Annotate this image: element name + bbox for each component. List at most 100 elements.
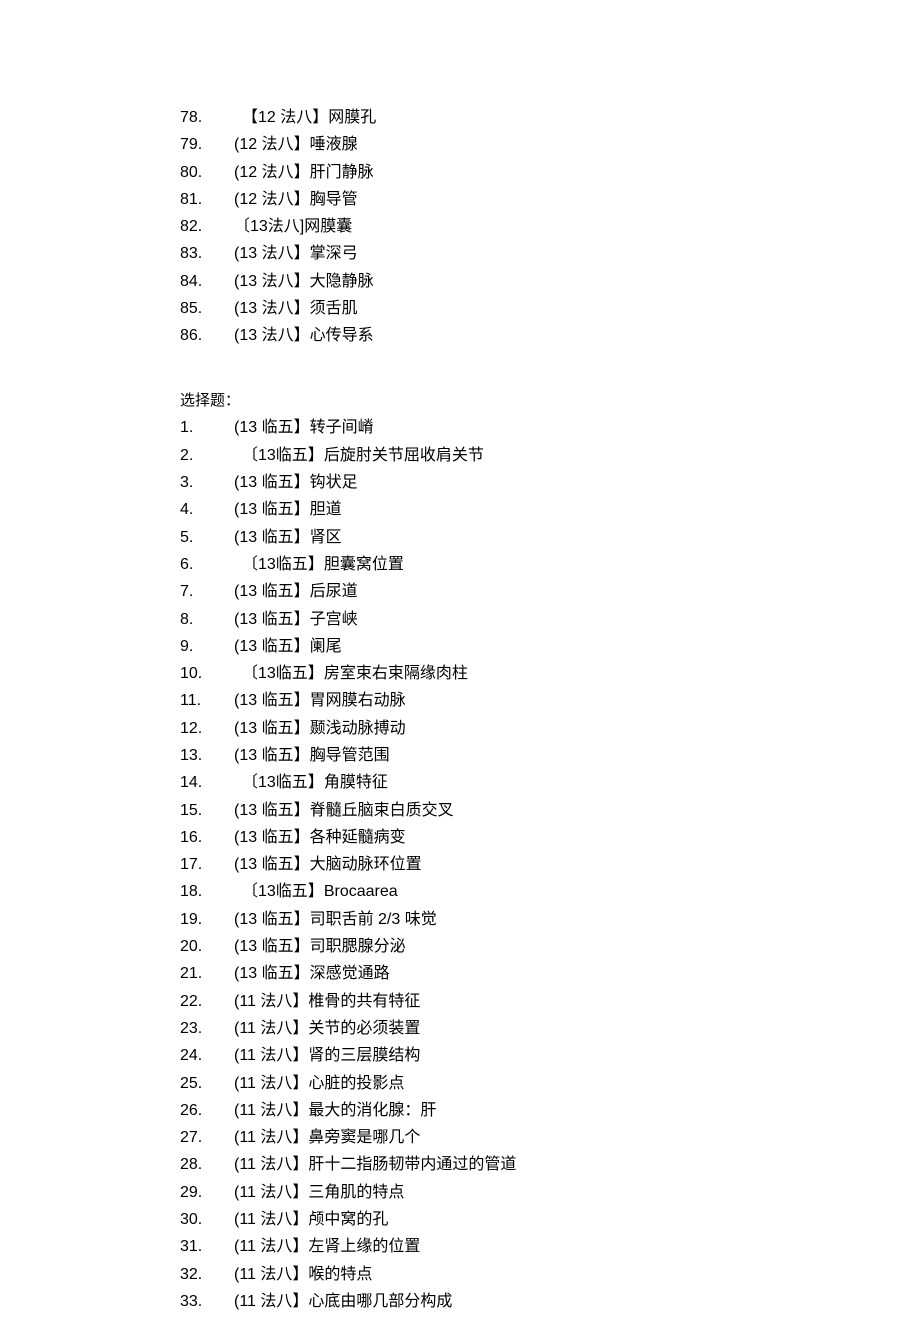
item-tag: (11 法八】 <box>234 1181 308 1206</box>
list-item: 13.(13 临五】胸导管范围 <box>180 744 920 769</box>
item-tag: (11 法八】 <box>234 1208 308 1233</box>
item-tag: (13 临五】 <box>234 608 310 633</box>
section-title: 选择题： <box>180 389 920 412</box>
item-number: 27. <box>180 1126 234 1151</box>
list-item: 3.(13 临五】钩状足 <box>180 471 920 496</box>
item-text: Brocaarea <box>324 880 920 905</box>
item-text: 椎骨的共有特征 <box>308 990 920 1015</box>
item-tag: (13 临五】 <box>234 717 310 742</box>
item-text: 鼻旁窦是哪几个 <box>308 1126 920 1151</box>
item-tag: (11 法八】 <box>234 1017 308 1042</box>
item-text: 关节的必须装置 <box>308 1017 920 1042</box>
list-item: 21.(13 临五】深感觉通路 <box>180 962 920 987</box>
item-text: 大脑动脉环位置 <box>310 853 920 878</box>
item-text: 阑尾 <box>310 635 920 660</box>
item-number: 15. <box>180 799 234 824</box>
list-item: 32.(11 法八】喉的特点 <box>180 1263 920 1288</box>
item-text: 子宫峡 <box>310 608 920 633</box>
item-tag: (13 临五】 <box>234 526 310 551</box>
item-text: 网膜孔 <box>328 106 920 131</box>
item-tag: (13 临五】 <box>234 826 310 851</box>
list-item: 2.〔13临五】后旋肘关节屈收肩关节 <box>180 444 920 469</box>
item-tag: (13 临五】 <box>234 744 310 769</box>
item-tag: (13 临五】 <box>234 635 310 660</box>
item-text: 喉的特点 <box>308 1263 920 1288</box>
list-item: 78.【12 法八】网膜孔 <box>180 106 920 131</box>
list-item: 26.(11 法八】最大的消化腺：肝 <box>180 1099 920 1124</box>
item-tag: (11 法八】 <box>234 1290 308 1315</box>
item-number: 16. <box>180 826 234 851</box>
item-tag: (11 法八】 <box>234 1263 308 1288</box>
item-tag: (11 法八】 <box>234 1153 308 1178</box>
item-number: 82. <box>180 215 234 240</box>
item-number: 30. <box>180 1208 234 1233</box>
list-item: 80.(12 法八】肝门静脉 <box>180 161 920 186</box>
top-list: 78.【12 法八】网膜孔79.(12 法八】唾液腺80.(12 法八】肝门静脉… <box>180 106 920 349</box>
item-tag: (13 法八】 <box>234 297 310 322</box>
item-text: 胸导管范围 <box>310 744 920 769</box>
item-text: 最大的消化腺：肝 <box>308 1099 920 1124</box>
list-item: 12.(13 临五】颞浅动脉搏动 <box>180 717 920 742</box>
list-item: 86.(13 法八】心传导系 <box>180 324 920 349</box>
list-item: 22.(11 法八】椎骨的共有特征 <box>180 990 920 1015</box>
list-item: 79.(12 法八】唾液腺 <box>180 133 920 158</box>
item-number: 25. <box>180 1072 234 1097</box>
item-tag: (13 临五】 <box>234 471 310 496</box>
item-tag: 〔13临五】 <box>234 444 324 469</box>
document-page: 78.【12 法八】网膜孔79.(12 法八】唾液腺80.(12 法八】肝门静脉… <box>0 0 920 1315</box>
item-tag: (12 法八】 <box>234 161 310 186</box>
item-number: 86. <box>180 324 234 349</box>
item-text: 房室束右束隔缘肉柱 <box>324 662 920 687</box>
item-tag: (13 临五】 <box>234 580 310 605</box>
item-tag: (13 临五】 <box>234 853 310 878</box>
item-text: 转子间嵴 <box>310 416 920 441</box>
item-number: 28. <box>180 1153 234 1178</box>
item-number: 19. <box>180 908 234 933</box>
item-text: 钩状足 <box>310 471 920 496</box>
item-text: 各种延髓病变 <box>310 826 920 851</box>
item-tag: (13 临五】 <box>234 908 310 933</box>
item-text: 心底由哪几部分构成 <box>308 1290 920 1315</box>
item-tag: (12 法八】 <box>234 188 310 213</box>
list-item: 25.(11 法八】心脏的投影点 <box>180 1072 920 1097</box>
item-number: 6. <box>180 553 234 578</box>
item-text: 掌深弓 <box>310 242 920 267</box>
item-tag: 〔13临五】 <box>234 553 324 578</box>
item-tag: (11 法八】 <box>234 1235 308 1260</box>
item-text: 肾的三层膜结构 <box>308 1044 920 1069</box>
list-item: 81.(12 法八】胸导管 <box>180 188 920 213</box>
list-item: 29.(11 法八】三角肌的特点 <box>180 1181 920 1206</box>
item-text: 角膜特征 <box>324 771 920 796</box>
item-text: 网膜囊 <box>304 215 920 240</box>
item-number: 3. <box>180 471 234 496</box>
item-number: 10. <box>180 662 234 687</box>
item-text: 脊髓丘脑束白质交叉 <box>310 799 920 824</box>
item-number: 79. <box>180 133 234 158</box>
list-item: 8.(13 临五】子宫峡 <box>180 608 920 633</box>
item-text: 司职腮腺分泌 <box>310 935 920 960</box>
list-item: 24.(11 法八】肾的三层膜结构 <box>180 1044 920 1069</box>
list-item: 4.(13 临五】胆道 <box>180 498 920 523</box>
item-text: 后尿道 <box>310 580 920 605</box>
item-number: 24. <box>180 1044 234 1069</box>
item-tag: (13 法八】 <box>234 242 310 267</box>
item-tag: (11 法八】 <box>234 1126 308 1151</box>
item-number: 83. <box>180 242 234 267</box>
item-tag: (13 法八】 <box>234 270 310 295</box>
item-tag: 【12 法八】 <box>234 106 328 131</box>
item-text: 唾液腺 <box>310 133 920 158</box>
item-text: 颞浅动脉搏动 <box>310 717 920 742</box>
item-number: 12. <box>180 717 234 742</box>
item-number: 1. <box>180 416 234 441</box>
item-number: 4. <box>180 498 234 523</box>
list-item: 30.(11 法八】颅中窝的孔 <box>180 1208 920 1233</box>
item-text: 胆道 <box>310 498 920 523</box>
item-tag: (13 法八】 <box>234 324 310 349</box>
item-text: 深感觉通路 <box>310 962 920 987</box>
item-tag: (13 临五】 <box>234 962 310 987</box>
list-item: 10.〔13临五】房室束右束隔缘肉柱 <box>180 662 920 687</box>
item-number: 26. <box>180 1099 234 1124</box>
item-number: 33. <box>180 1290 234 1315</box>
item-tag: (13 临五】 <box>234 689 310 714</box>
item-number: 21. <box>180 962 234 987</box>
